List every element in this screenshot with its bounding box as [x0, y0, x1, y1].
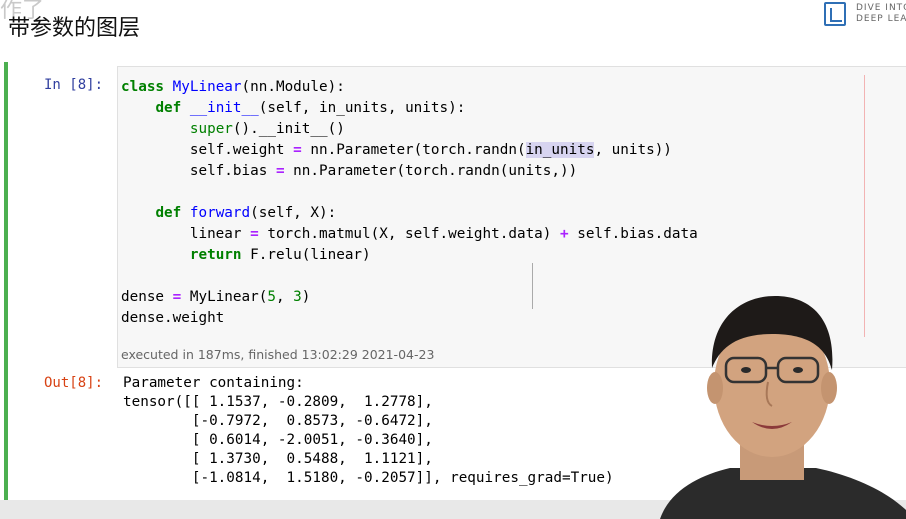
- code-line-7: def forward(self, X):: [155, 205, 337, 221]
- code-line-9: return F.relu(linear): [189, 247, 371, 263]
- execution-info: executed in 187ms, finished 13:02:29 202…: [121, 347, 435, 362]
- output-line: [-1.0814, 1.5180, -0.2057]], requires_gr…: [123, 470, 614, 486]
- slide-header: 作了 带参数的图层 DIVE INTO DEEP LEA: [0, 0, 906, 50]
- code-line-1: class MyLinear(nn.Module):: [121, 79, 345, 95]
- selected-text: in_units: [525, 142, 595, 158]
- code-line-3: super().__init__(): [189, 121, 345, 137]
- presenter-video-overlay: [660, 296, 906, 519]
- code-line-2: def __init__(self, in_units, units):: [155, 100, 466, 116]
- input-prompt: In [8]:: [44, 77, 104, 93]
- output-block: Parameter containing: tensor([[ 1.1537, …: [123, 374, 614, 488]
- code-line-12: dense.weight: [121, 310, 225, 326]
- code-block[interactable]: class MyLinear(nn.Module): def __init__(…: [121, 77, 698, 329]
- code-line-5: self.bias = nn.Parameter(torch.randn(uni…: [121, 163, 578, 179]
- code-line-11: dense = MyLinear(5, 3): [121, 289, 311, 305]
- output-line: [ 0.6014, -2.0051, -0.3640],: [123, 432, 433, 448]
- output-line: [-0.7972, 0.8573, -0.6472],: [123, 413, 433, 429]
- logo-text: DIVE INTO DEEP LEA: [856, 3, 906, 24]
- output-line: tensor([[ 1.1537, -0.2809, 1.2778],: [123, 394, 433, 410]
- output-prompt: Out[8]:: [44, 375, 104, 391]
- output-line: [ 1.3730, 0.5488, 1.1121],: [123, 451, 433, 467]
- code-line-4: self.weight = nn.Parameter(torch.randn(i…: [121, 142, 672, 158]
- slide-title: 带参数的图层: [8, 16, 141, 41]
- output-line: Parameter containing:: [123, 375, 304, 391]
- d2l-logo-icon: [824, 2, 846, 26]
- code-line-8: linear = torch.matmul(X, self.weight.dat…: [121, 226, 698, 242]
- d2l-logo: DIVE INTO DEEP LEA: [824, 2, 906, 28]
